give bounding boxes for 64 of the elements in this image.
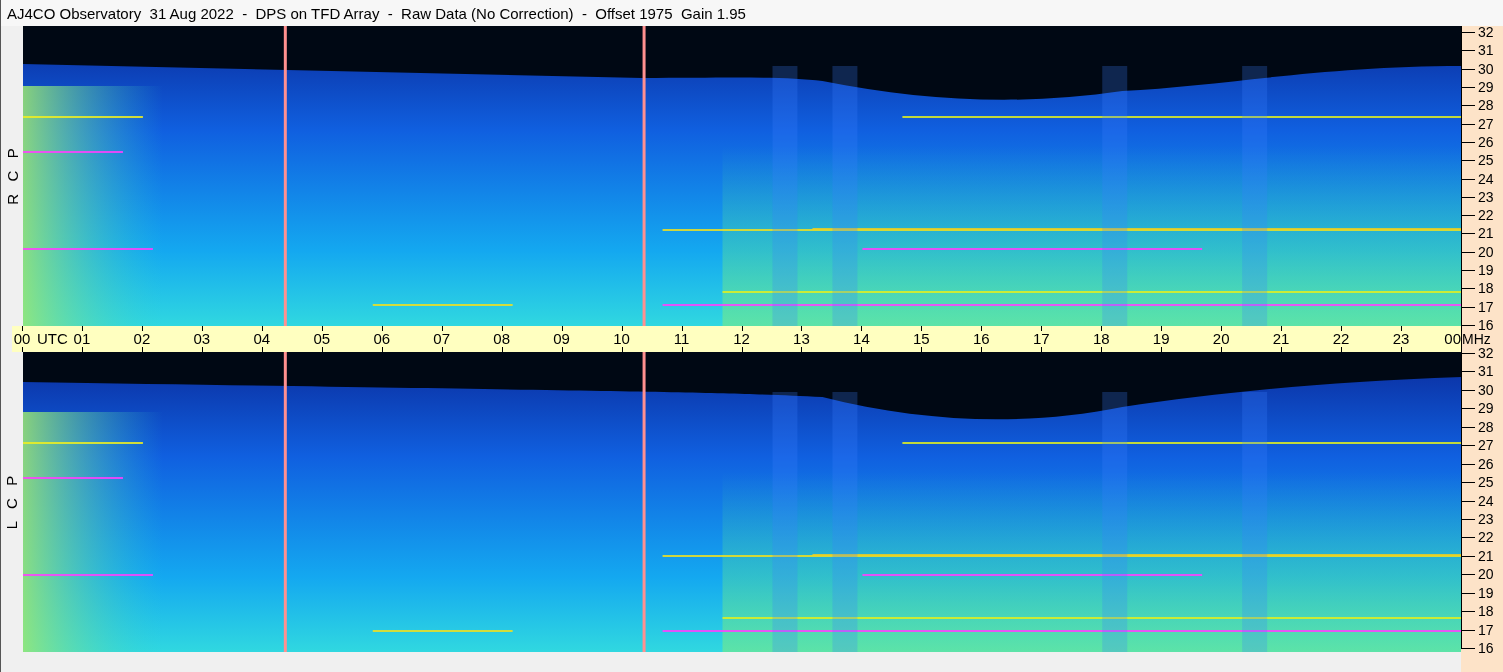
- time-label: 23: [1392, 330, 1410, 348]
- frequency-label: 31: [1478, 42, 1494, 59]
- time-label: 07: [433, 330, 451, 348]
- time-label: 22: [1332, 330, 1350, 348]
- frequency-label: 29: [1478, 78, 1494, 95]
- frequency-label: 24: [1478, 492, 1494, 509]
- time-label: 13: [793, 330, 810, 348]
- time-label: 09: [553, 330, 570, 348]
- frequency-label: 17: [1478, 621, 1494, 638]
- frequency-unit-label: MHz: [1462, 331, 1491, 347]
- frequency-label: 28: [1478, 97, 1494, 114]
- time-label: 16: [973, 330, 990, 348]
- frequency-label: 16: [1478, 640, 1494, 656]
- polarization-label: L C P: [4, 475, 20, 529]
- frequency-label: 30: [1478, 381, 1494, 398]
- time-unit-label: UTC: [37, 330, 68, 348]
- time-label: 20: [1212, 330, 1230, 348]
- frequency-label: 30: [1478, 60, 1494, 77]
- frequency-label: 22: [1478, 529, 1494, 546]
- time-label: 21: [1272, 330, 1290, 348]
- frequency-label: 20: [1478, 243, 1494, 260]
- frequency-label: 25: [1478, 474, 1494, 491]
- frequency-label: 27: [1478, 115, 1494, 132]
- frequency-label: 31: [1478, 363, 1494, 380]
- time-label: 15: [913, 330, 930, 348]
- frequency-label: 21: [1478, 547, 1494, 564]
- time-label: 18: [1092, 330, 1110, 348]
- time-label: 08: [493, 330, 510, 348]
- frequency-label: 26: [1478, 133, 1494, 150]
- frequency-label: 16: [1478, 317, 1494, 333]
- frequency-label: 20: [1478, 566, 1494, 583]
- frequency-label: 29: [1478, 400, 1494, 417]
- frequency-label: 22: [1478, 207, 1494, 224]
- time-label: 14: [853, 330, 870, 348]
- frequency-label: 27: [1478, 437, 1494, 454]
- frequency-label: 23: [1478, 510, 1494, 527]
- time-label: 01: [73, 330, 91, 348]
- frequency-label: 25: [1478, 152, 1494, 169]
- time-label: 12: [733, 330, 750, 348]
- polarization-label: R C P: [4, 147, 20, 205]
- time-label: 00: [13, 330, 31, 348]
- time-label: 06: [373, 330, 391, 348]
- frequency-label: 26: [1478, 455, 1494, 472]
- frequency-label: 21: [1478, 225, 1494, 242]
- frequency-label: 23: [1478, 188, 1494, 205]
- frequency-label: 28: [1478, 418, 1494, 435]
- time-label: 11: [673, 330, 690, 348]
- time-label: 03: [193, 330, 211, 348]
- frequency-label: 24: [1478, 170, 1494, 187]
- frequency-label: 32: [1478, 345, 1494, 361]
- frequency-label: 18: [1478, 603, 1494, 620]
- time-label: 17: [1032, 330, 1050, 348]
- time-label: 02: [133, 330, 151, 348]
- frequency-label: 19: [1478, 584, 1494, 601]
- frequency-label: 32: [1478, 24, 1494, 40]
- window-title: AJ4CO Observatory 31 Aug 2022 - DPS on TFD Array - Raw Data (No Correction) - Offset 1975 Gain 1.95: [7, 5, 746, 21]
- frequency-label: 17: [1478, 298, 1494, 315]
- time-label: 00: [1444, 330, 1461, 348]
- time-label: 04: [253, 330, 271, 348]
- frequency-label: 18: [1478, 280, 1494, 297]
- frequency-label: 19: [1478, 262, 1494, 279]
- time-label: 10: [613, 330, 630, 348]
- time-label: 19: [1152, 330, 1170, 348]
- time-label: 05: [313, 330, 331, 348]
